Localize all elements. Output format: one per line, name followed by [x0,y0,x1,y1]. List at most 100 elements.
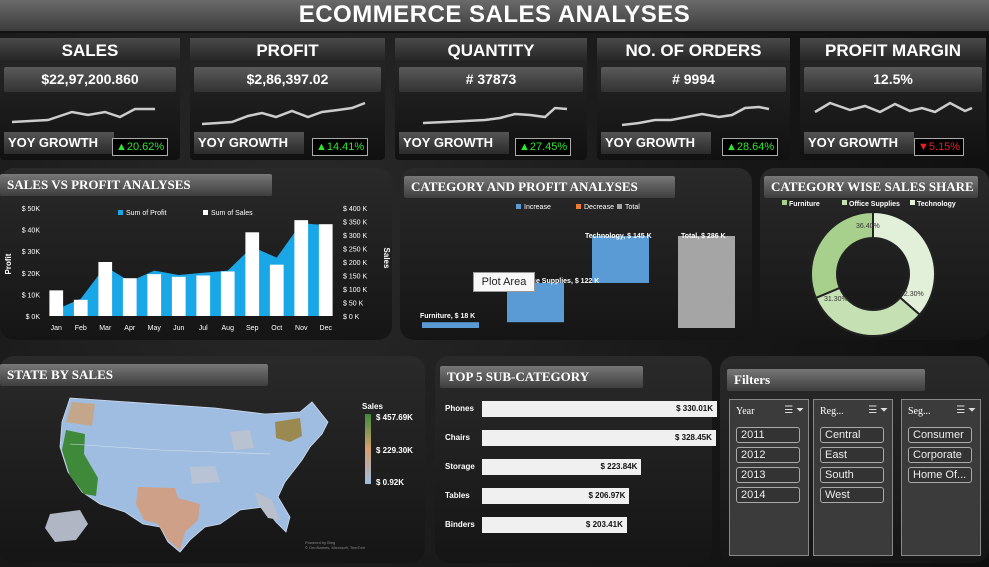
subcategory-bar[interactable]: $ 223.84K [482,459,642,475]
sales-bar[interactable] [73,299,88,316]
kpi-value: # 37873 [399,67,583,92]
slicer-item-2011[interactable]: 2011 [736,427,800,443]
sales-bar[interactable] [122,278,137,316]
kpi-card-sales[interactable]: SALES $22,97,200.860 YOY GROWTH ▲20.62% [0,38,180,160]
slicer-title: Reg... [820,406,844,417]
subcategory-value: $ 330.01K [676,404,713,413]
month-tick-label: Mar [99,325,112,332]
segment-slicer[interactable]: Seg... ☰ ⏷ Consumer Corporate Home Of... [901,399,981,556]
slicer-item-consumer[interactable]: Consumer [908,427,972,443]
panel-title: SALES VS PROFIT ANALYSES [0,174,272,196]
slicer-filter-icon[interactable]: ☰ ⏷ [956,405,976,416]
total-bar[interactable] [678,236,735,328]
sales-bar[interactable] [245,232,260,316]
subcategory-label: Storage [445,462,475,471]
slicer-title: Year [736,406,755,417]
left-tick-label: $ 50K [22,206,41,213]
top5-bar-chart[interactable]: Phones $ 330.01K Chairs $ 328.45K Storage $ 2… [435,396,717,546]
yoy-label: YOY GROWTH [601,132,711,154]
us-state-map[interactable] [40,392,360,557]
right-tick-label: $ 350 K [343,220,367,227]
yoy-badge: ▲20.62% [112,138,169,156]
yoy-badge: ▲28.64% [722,138,779,156]
quantity-sparkline [422,106,568,125]
sales-bar[interactable] [171,276,186,316]
right-tick-label: $ 0 K [343,314,360,321]
left-tick-label: $ 30K [22,249,41,256]
kpi-label: QUANTITY [395,38,587,63]
region-slicer[interactable]: Reg... ☰ ⏷ Central East South West [813,399,893,556]
sales-profit-chart[interactable]: $ 0K $ 10K $ 20K $ 30K $ 40K $ 50K $ 0 K $ 50 K… [0,196,392,340]
month-tick-label: Apr [124,325,136,332]
dashboard-title: ECOMMERCE SALES ANALYSES [298,1,691,28]
kpi-label: NO. OF ORDERS [597,38,790,63]
legend-label: Technology [917,201,956,208]
sales-bar[interactable] [147,274,162,316]
slicer-item-2012[interactable]: 2012 [736,447,800,463]
waterfall-data-label: Technology, $ 145 K [585,233,652,240]
subcategory-value: $ 203.41K [585,520,623,529]
panel-title: STATE BY SALES [0,364,268,386]
waterfall-data-label: Total, $ 286 K [681,233,726,240]
legend-swatch-profit [118,210,123,215]
right-tick-label: $ 100 K [343,287,367,294]
slicer-filter-icon[interactable]: ☰ ⏷ [784,405,804,416]
slicer-item-west[interactable]: West [820,487,884,503]
slicer-item-corporate[interactable]: Corporate [908,447,972,463]
kpi-card-orders[interactable]: NO. OF ORDERS # 9994 YOY GROWTH ▲28.64% [597,38,790,160]
slicer-item-home-office[interactable]: Home Of... [908,467,972,483]
kpi-value: # 9994 [601,67,786,92]
sales-bar[interactable] [269,264,284,316]
yoy-label: YOY GROWTH [4,132,114,154]
legend-swatch [910,200,915,205]
month-tick-label: Jan [51,325,62,332]
subcategory-bar[interactable]: $ 203.41K [482,517,627,533]
furniture-bar[interactable] [422,322,479,328]
kpi-card-profit-margin[interactable]: PROFIT MARGIN 12.5% YOY GROWTH ▼5.15% [800,38,986,160]
right-tick-label: $ 300 K [343,233,367,240]
sales-bar[interactable] [98,262,113,316]
slicer-item-2014[interactable]: 2014 [736,487,800,503]
slicer-item-south[interactable]: South [820,467,884,483]
sales-bar[interactable] [220,271,235,316]
legend-label: Furniture [789,201,820,208]
margin-sparkline [814,101,973,114]
month-tick-label: Jul [199,325,208,332]
sales-bar[interactable] [196,275,211,317]
category-waterfall-chart[interactable]: Furniture, $ 18 KOffice Supplies, $ 122 … [400,196,752,340]
legend-swatch [516,204,521,209]
category-donut-chart[interactable]: 36.40% 32.30% 31.30% Furniture Office Suppli… [760,196,989,340]
kpi-card-quantity[interactable]: QUANTITY # 37873 YOY GROWTH ▲27.45% [395,38,587,160]
technology-bar[interactable] [592,236,649,283]
legend-label: Increase [524,204,551,211]
subcategory-bar[interactable]: $ 206.97K [482,488,630,504]
slicer-item-central[interactable]: Central [820,427,884,443]
legend-swatch [576,204,581,209]
month-tick-label: Aug [222,325,235,332]
slicer-item-2013[interactable]: 2013 [736,467,800,483]
slicer-item-east[interactable]: East [820,447,884,463]
left-axis-title: Profit [4,253,13,274]
left-tick-label: $ 10K [22,292,41,299]
subcategory-bar[interactable]: $ 330.01K [482,401,717,417]
yoy-label: YOY GROWTH [399,132,509,154]
subcategory-label: Phones [445,404,474,413]
subcategory-value: $ 328.45K [674,433,712,442]
sales-bar[interactable] [294,220,309,316]
legend-label: Total [625,204,640,211]
right-tick-label: $ 50 K [343,301,364,308]
year-slicer[interactable]: Year ☰ ⏷ 2011 2012 2013 2014 [729,399,809,556]
donut-slice[interactable] [872,210,936,317]
subcategory-bar[interactable]: $ 328.45K [482,430,716,446]
sales-bar[interactable] [49,290,64,316]
map-credit: Powered by Bing © GeoNames, Microsoft, T… [305,540,365,550]
map-legend-max: $ 457.69K [376,413,413,422]
kpi-card-profit[interactable]: PROFIT $2,86,397.02 YOY GROWTH ▲14.41% [190,38,385,160]
profit-area[interactable] [56,223,326,316]
sales-bar[interactable] [318,224,333,316]
panel-title: CATEGORY AND PROFIT ANALYSES [404,176,675,198]
slicer-filter-icon[interactable]: ☰ ⏷ [868,405,888,416]
month-tick-label: May [148,325,162,332]
kpi-value: 12.5% [804,67,982,92]
sales-sparkline [11,107,155,124]
